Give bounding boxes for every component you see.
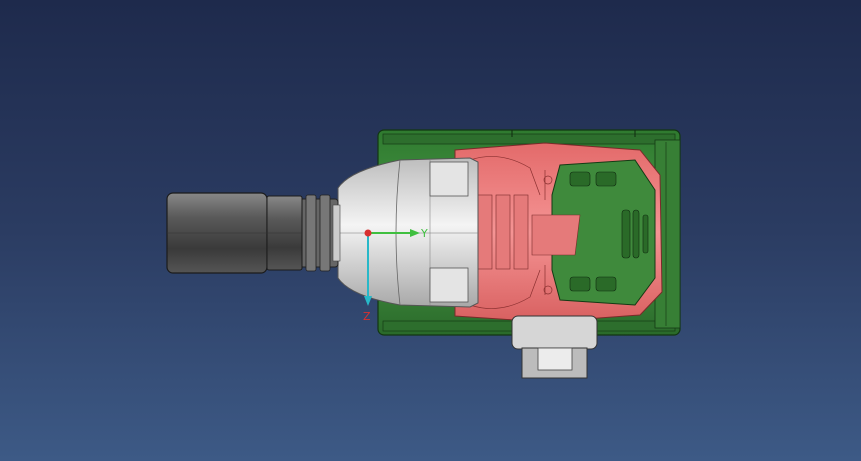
anvil-collar[interactable] (299, 194, 341, 272)
y-axis-label: Y (420, 227, 428, 240)
axis-origin-point (364, 229, 372, 237)
mount-bracket[interactable] (511, 315, 598, 379)
z-axis-arrow-icon (364, 296, 372, 306)
impact-socket[interactable] (166, 192, 303, 274)
z-axis-label: Z (363, 310, 371, 323)
model-canvas[interactable]: Y Z (0, 0, 861, 461)
3d-viewport[interactable]: Y Z (0, 0, 861, 461)
motor-section[interactable] (454, 142, 663, 323)
